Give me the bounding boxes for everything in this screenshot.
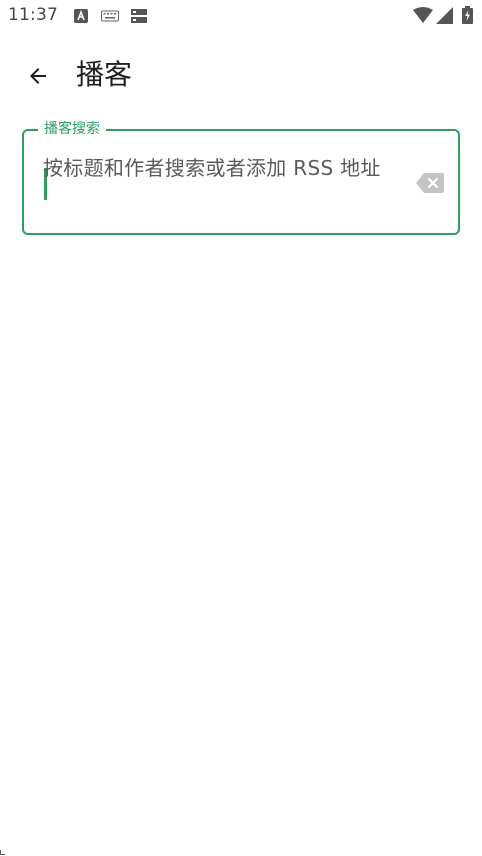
battery-charging-icon — [462, 6, 473, 24]
search-field-label: 播客搜索 — [38, 119, 106, 139]
backspace-clear-icon[interactable] — [416, 173, 444, 193]
a-notification-icon — [74, 9, 88, 23]
cell-signal-icon — [436, 7, 453, 24]
status-bar: 11:37 — [0, 0, 482, 34]
back-button[interactable] — [18, 56, 58, 96]
wifi-icon — [413, 7, 433, 23]
storage-icon — [131, 9, 147, 23]
search-input[interactable]: 按标题和作者搜索或者添加 RSS 地址 — [43, 152, 395, 184]
corner-mark — [0, 850, 5, 855]
podcast-search-field[interactable]: 播客搜索 按标题和作者搜索或者添加 RSS 地址 — [22, 119, 460, 235]
app-bar: 播客 — [0, 44, 482, 108]
page-title: 播客 — [76, 58, 133, 91]
keyboard-icon — [101, 10, 119, 22]
arrow-back-icon — [30, 68, 46, 84]
status-time: 11:37 — [8, 5, 58, 25]
